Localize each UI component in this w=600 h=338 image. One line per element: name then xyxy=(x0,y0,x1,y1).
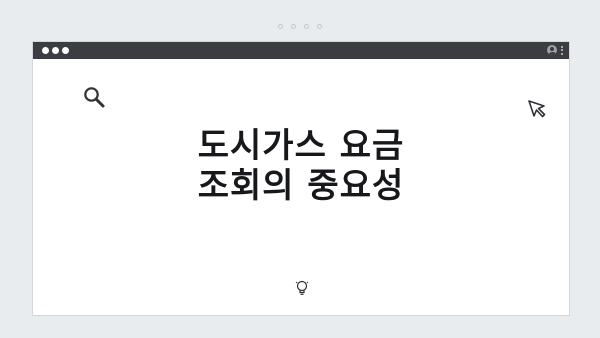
window-control-close[interactable] xyxy=(42,47,49,54)
magnifier-icon xyxy=(84,87,105,108)
window-controls xyxy=(42,47,69,54)
page-title: 도시가스 요금 조회의 중요성 xyxy=(33,126,569,206)
dot xyxy=(304,24,309,29)
dot xyxy=(278,24,283,29)
titlebar-actions xyxy=(547,45,563,55)
lightbulb-icon xyxy=(295,280,309,295)
dot xyxy=(291,24,296,29)
dot xyxy=(317,24,322,29)
page-title-line-1: 도시가스 요금 xyxy=(197,126,405,166)
cursor-arrow-icon xyxy=(528,100,546,118)
window-control-minimize[interactable] xyxy=(52,47,59,54)
kebab-menu-icon[interactable] xyxy=(561,45,563,55)
page: 도시가스 요금 조회의 중요성 xyxy=(0,0,600,338)
page-title-line-2: 조회의 중요성 xyxy=(197,166,405,206)
pagination-dots-icon xyxy=(0,24,600,29)
browser-window: 도시가스 요금 조회의 중요성 xyxy=(32,41,570,316)
window-control-maximize[interactable] xyxy=(62,47,69,54)
user-icon[interactable] xyxy=(547,45,557,55)
window-titlebar xyxy=(33,42,569,59)
